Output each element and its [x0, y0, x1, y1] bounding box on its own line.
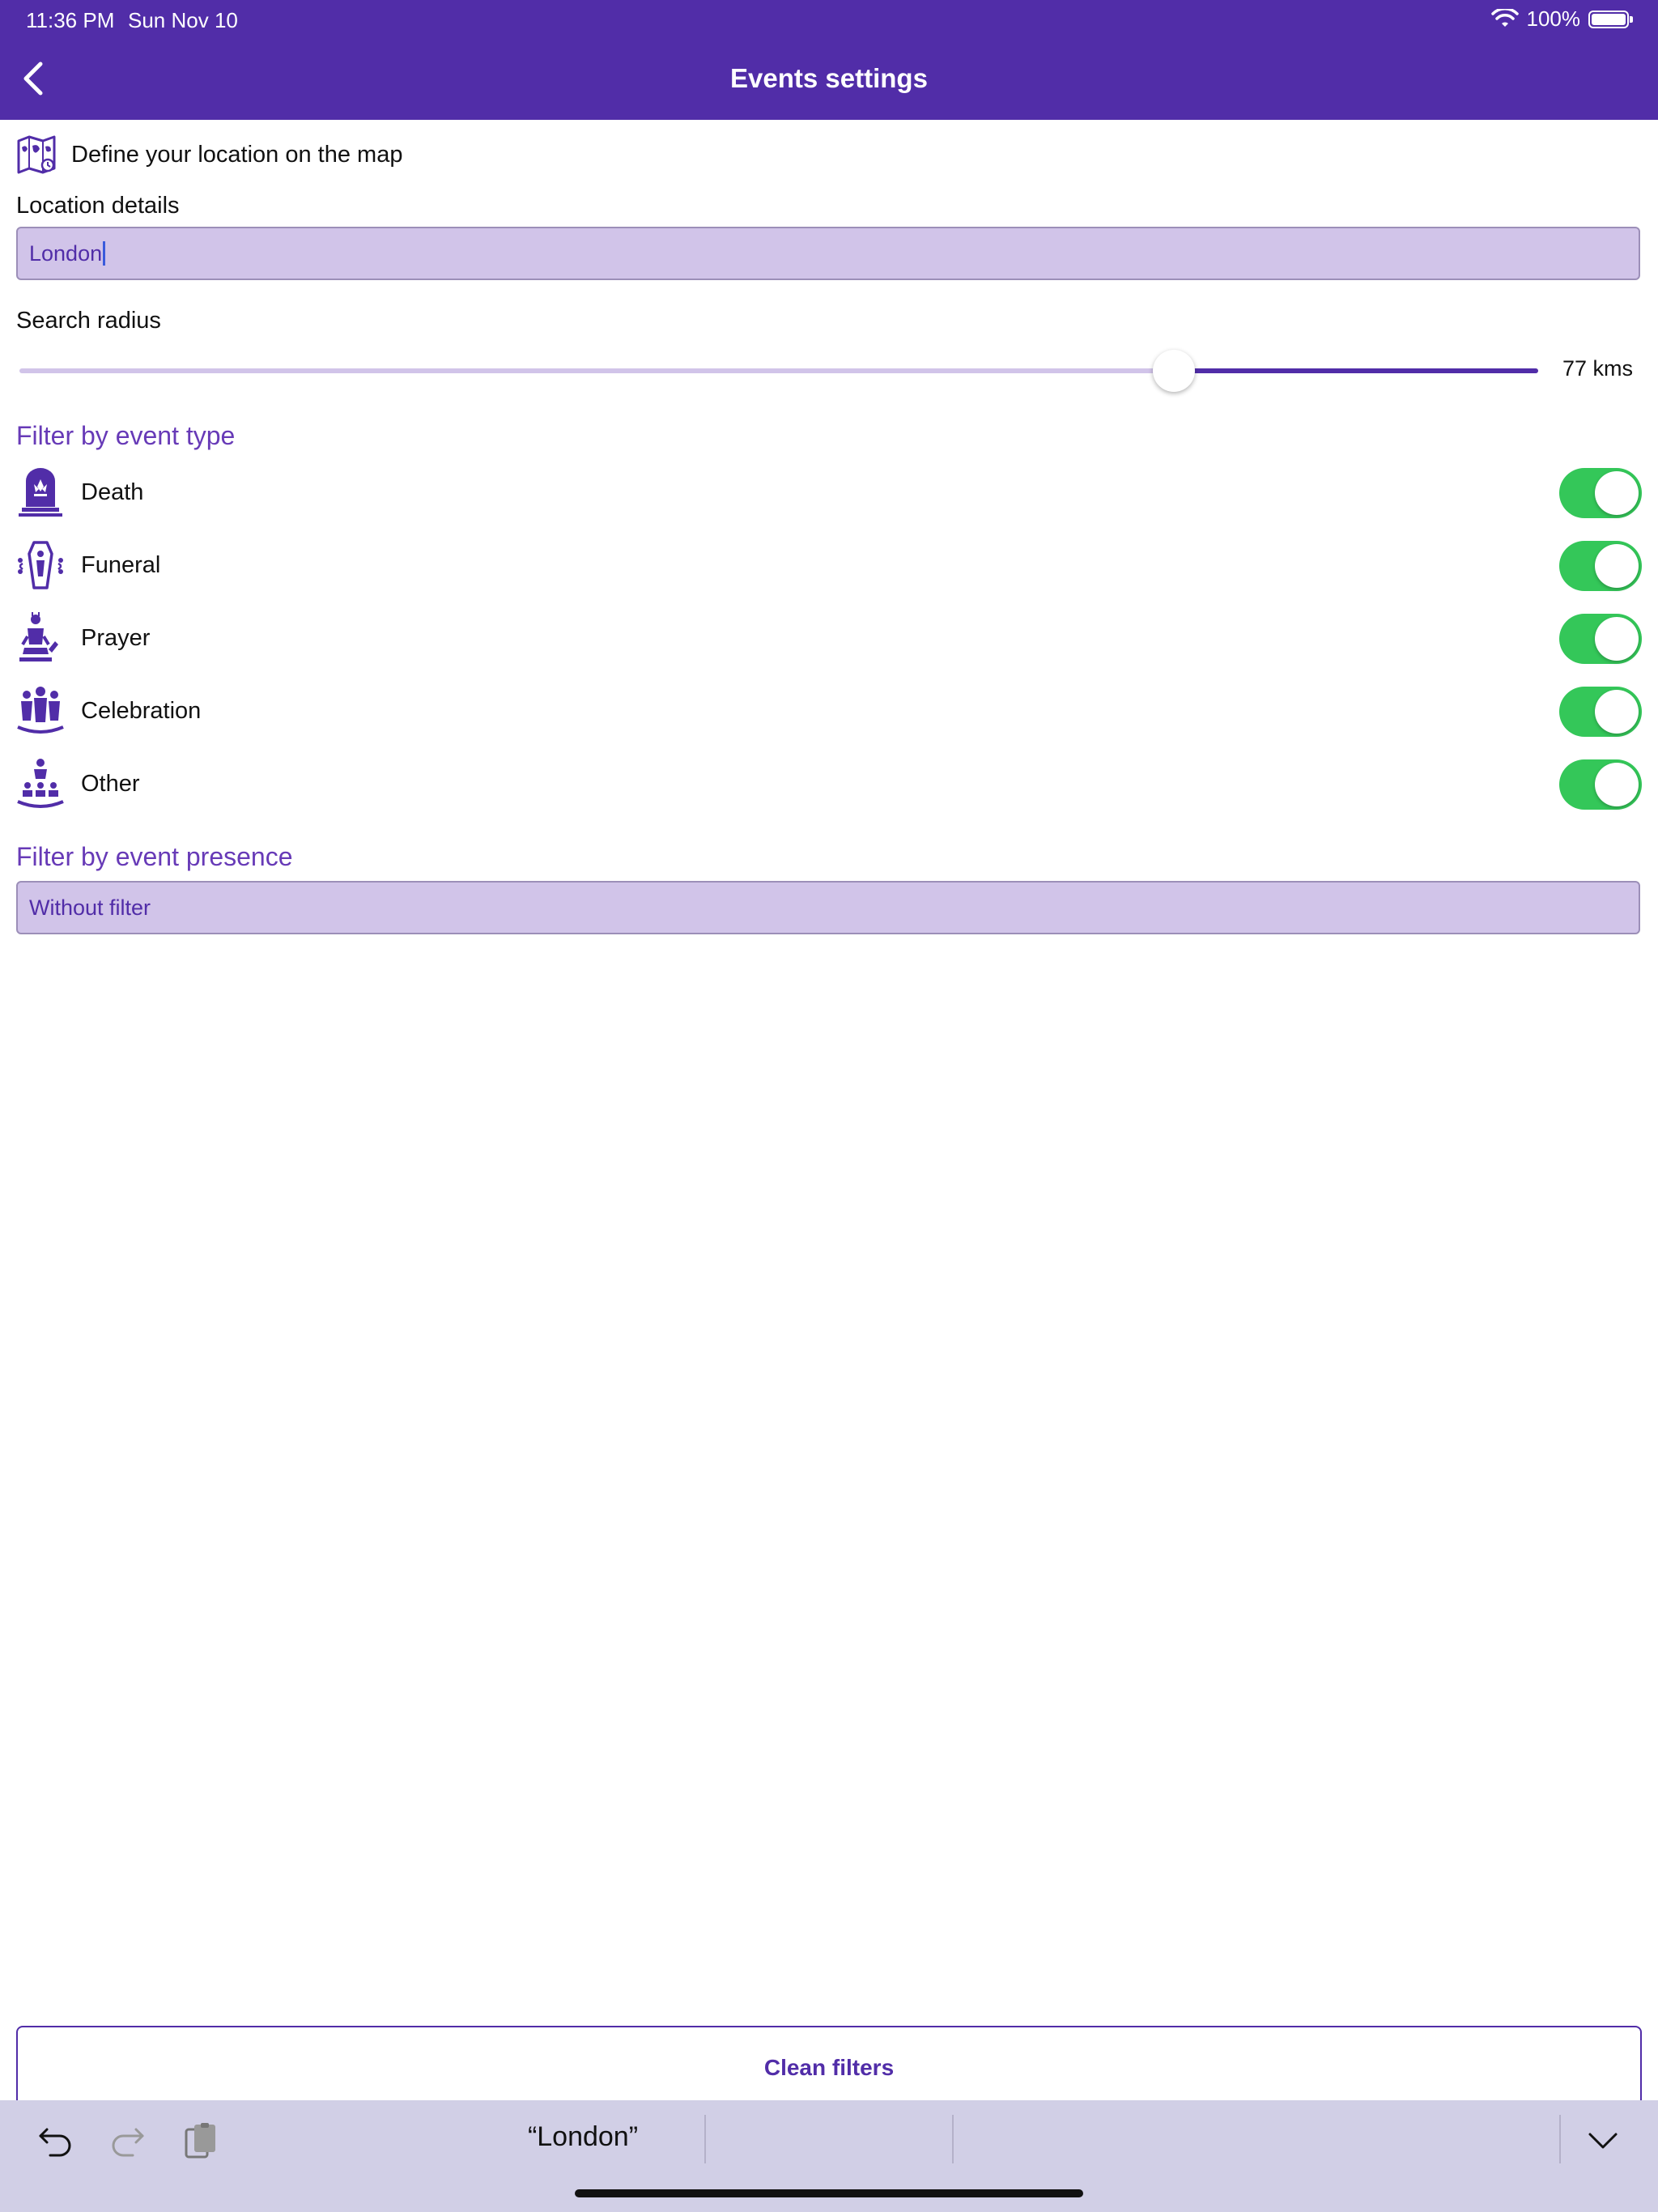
suggestion-divider [952, 2115, 954, 2163]
search-radius-label: Search radius [16, 308, 161, 334]
redo-button[interactable] [104, 2116, 152, 2165]
event-label-death: Death [81, 479, 144, 505]
radius-value: 77 kms [1562, 356, 1634, 381]
event-type-title: Filter by event type [16, 421, 236, 450]
event-row-death: Death [16, 463, 1642, 521]
event-presence-title: Filter by event presence [16, 842, 293, 871]
chevron-down-icon [1588, 2133, 1618, 2149]
toggle-knob [1595, 690, 1639, 734]
event-label-other: Other [81, 771, 140, 797]
battery-percent: 100% [1526, 6, 1581, 31]
define-location-text: Define your location on the map [71, 141, 403, 168]
status-time: 11:36 PM [26, 8, 115, 32]
tombstone-icon [19, 468, 62, 517]
toggle-funeral[interactable] [1559, 541, 1642, 591]
redo-icon [112, 2128, 144, 2157]
presence-select-value: Without filter [29, 895, 151, 920]
undo-button[interactable] [31, 2116, 79, 2165]
gathering-icon [17, 759, 64, 808]
toggle-knob [1595, 617, 1639, 661]
event-row-prayer: Prayer [16, 609, 1642, 667]
home-indicator [575, 2189, 1083, 2197]
status-date: Sun Nov 10 [128, 8, 238, 32]
toggle-knob [1595, 544, 1639, 588]
radius-slider-thumb[interactable] [1152, 350, 1195, 392]
toggle-knob [1595, 471, 1639, 515]
location-input[interactable]: London [16, 227, 1640, 280]
location-details-label: Location details [16, 193, 180, 219]
coffin-icon [18, 541, 63, 589]
toggle-death[interactable] [1559, 468, 1642, 518]
people-group-icon [17, 687, 64, 734]
radius-slider-fill [1173, 368, 1538, 373]
suggestion-divider [1559, 2115, 1561, 2163]
toggle-prayer[interactable] [1559, 614, 1642, 664]
toggle-other[interactable] [1559, 759, 1642, 810]
prayer-icon [19, 612, 58, 661]
undo-icon [39, 2128, 71, 2157]
top-bar: 11:36 PM Sun Nov 10 100% Events settings [0, 0, 1658, 120]
event-row-celebration: Celebration [16, 682, 1642, 740]
event-label-funeral: Funeral [81, 552, 161, 578]
paste-button[interactable] [176, 2116, 225, 2165]
toggle-knob [1595, 763, 1639, 806]
battery-icon [1588, 10, 1633, 28]
page-title: Events settings [730, 63, 928, 93]
suggestion-divider [704, 2115, 706, 2163]
clipboard-icon [185, 2123, 215, 2159]
wifi-icon [1490, 8, 1519, 27]
autocomplete-suggestion[interactable]: “London” [453, 2121, 712, 2153]
define-location-link[interactable]: Define your location on the map [16, 134, 402, 175]
location-input-value: London [29, 240, 103, 266]
event-row-other: Other [16, 755, 1642, 813]
status-indicators: 100% [1490, 6, 1633, 32]
text-caret [103, 241, 106, 266]
radius-slider-track[interactable] [19, 368, 1538, 373]
presence-select[interactable]: Without filter [16, 881, 1640, 934]
event-label-prayer: Prayer [81, 625, 151, 651]
dismiss-keyboard-button[interactable] [1579, 2116, 1627, 2165]
event-label-celebration: Celebration [81, 698, 202, 724]
event-row-funeral: Funeral [16, 536, 1642, 594]
world-map-icon [17, 135, 56, 174]
toggle-celebration[interactable] [1559, 687, 1642, 737]
